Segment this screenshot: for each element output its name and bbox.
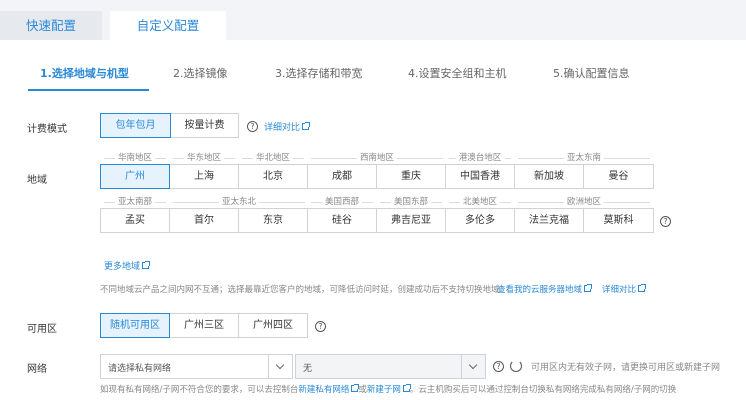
zone-label: 可用区 [27, 324, 57, 335]
active-step-indicator [28, 89, 149, 91]
network-label: 网络 [27, 364, 47, 375]
step-region-model[interactable]: 1.选择地域与机型 [40, 65, 129, 81]
vpc-select-value: 请选择私有网络 [108, 364, 172, 374]
zone-random-button[interactable]: 随机可用区 [100, 313, 170, 338]
region-moscow-button[interactable]: 莫斯科 [583, 208, 654, 233]
region-guangzhou-button[interactable]: 广州 [100, 164, 170, 189]
help-icon[interactable]: ? [660, 216, 671, 227]
step-confirm[interactable]: 5.确认配置信息 [553, 65, 630, 81]
subnet-select[interactable]: 无 [295, 354, 486, 379]
region-group-us-east: 美国东部 [380, 196, 442, 208]
region-virginia-button[interactable]: 弗吉尼亚 [376, 208, 446, 233]
external-link-icon [638, 284, 647, 292]
region-seoul-button[interactable]: 首尔 [169, 208, 239, 233]
vpc-select[interactable]: 请选择私有网络 [100, 354, 293, 379]
external-link-icon [142, 261, 151, 269]
region-hongkong-button[interactable]: 中国香港 [445, 164, 515, 189]
external-link-icon [351, 384, 360, 392]
external-link-icon [402, 384, 411, 392]
step-storage-bandwidth[interactable]: 3.选择存储和带宽 [275, 65, 363, 81]
region-shanghai-button[interactable]: 上海 [169, 164, 239, 189]
my-server-regions-link[interactable]: 查看我的云服务器地域 [497, 283, 593, 295]
help-icon[interactable]: ? [247, 121, 258, 132]
refresh-icon[interactable] [510, 360, 522, 372]
billing-detail-link[interactable]: 详细对比 [264, 120, 311, 133]
chevron-down-icon [268, 355, 292, 378]
network-footer-note: 如现有私有网络/子网不符合您的要求，可以去控制台新建私有网络 或新建子网 。云主机购… [100, 384, 677, 395]
chevron-down-icon [461, 355, 485, 378]
zone-guangzhou-3-button[interactable]: 广州三区 [169, 313, 239, 338]
region-frankfurt-button[interactable]: 法兰克福 [514, 208, 584, 233]
billing-monthly-button[interactable]: 包年包月 [100, 113, 171, 138]
region-toronto-button[interactable]: 多伦多 [445, 208, 515, 233]
zone-guangzhou-4-button[interactable]: 广州四区 [238, 313, 308, 338]
region-group-south-asia: 亚太南部 [104, 196, 166, 208]
region-chengdu-button[interactable]: 成都 [307, 164, 377, 189]
region-group-southeast-asia: 亚太东南 [518, 152, 650, 164]
help-icon[interactable]: ? [493, 361, 504, 372]
external-link-icon [302, 122, 311, 130]
billing-pay-as-you-go-button[interactable]: 按量计费 [170, 113, 239, 138]
help-icon[interactable]: ? [315, 321, 326, 332]
step-image[interactable]: 2.选择镜像 [173, 65, 228, 81]
region-label: 地域 [27, 175, 47, 186]
billing-label: 计费模式 [27, 124, 67, 135]
external-link-icon [584, 284, 593, 292]
region-beijing-button[interactable]: 北京 [238, 164, 308, 189]
region-chongqing-button[interactable]: 重庆 [376, 164, 446, 189]
region-group-hk-macao-taiwan: 港澳台地区 [449, 152, 511, 164]
region-group-north-america: 北美地区 [449, 196, 511, 208]
region-silicon-valley-button[interactable]: 硅谷 [307, 208, 377, 233]
region-group-south-china: 华南地区 [104, 152, 166, 164]
tab-quick-config[interactable]: 快速配置 [0, 11, 102, 40]
region-group-southwest-china: 西南地区 [311, 152, 443, 164]
region-detail-link[interactable]: 详细对比 [602, 283, 647, 295]
more-regions-link[interactable]: 更多地域 [104, 259, 151, 272]
region-mumbai-button[interactable]: 孟买 [100, 208, 170, 233]
region-notice: 不同地域云产品之间内网不互通；选择最靠近您客户的地域，可降低访问时延，创建成功后… [100, 285, 509, 295]
region-singapore-button[interactable]: 新加坡 [514, 164, 584, 189]
step-security-host[interactable]: 4.设置安全组和主机 [408, 65, 507, 81]
region-group-europe: 欧洲地区 [518, 196, 650, 208]
region-group-us-west: 美国西部 [311, 196, 373, 208]
region-bangkok-button[interactable]: 曼谷 [583, 164, 654, 189]
region-group-east-china: 华东地区 [173, 152, 235, 164]
tab-custom-config[interactable]: 自定义配置 [110, 11, 226, 40]
subnet-select-value: 无 [303, 364, 313, 374]
network-hint: 可用区内无有效子网，请更换可用区或新建子网 [531, 363, 721, 373]
config-tabbar: 快速配置 自定义配置 [0, 0, 746, 40]
new-subnet-link[interactable]: 新建子网 [367, 384, 411, 395]
region-group-northeast-asia: 亚太东北 [173, 196, 305, 208]
region-tokyo-button[interactable]: 东京 [238, 208, 308, 233]
region-group-north-china: 华北地区 [242, 152, 304, 164]
new-vpc-link[interactable]: 新建私有网络 [298, 384, 360, 395]
